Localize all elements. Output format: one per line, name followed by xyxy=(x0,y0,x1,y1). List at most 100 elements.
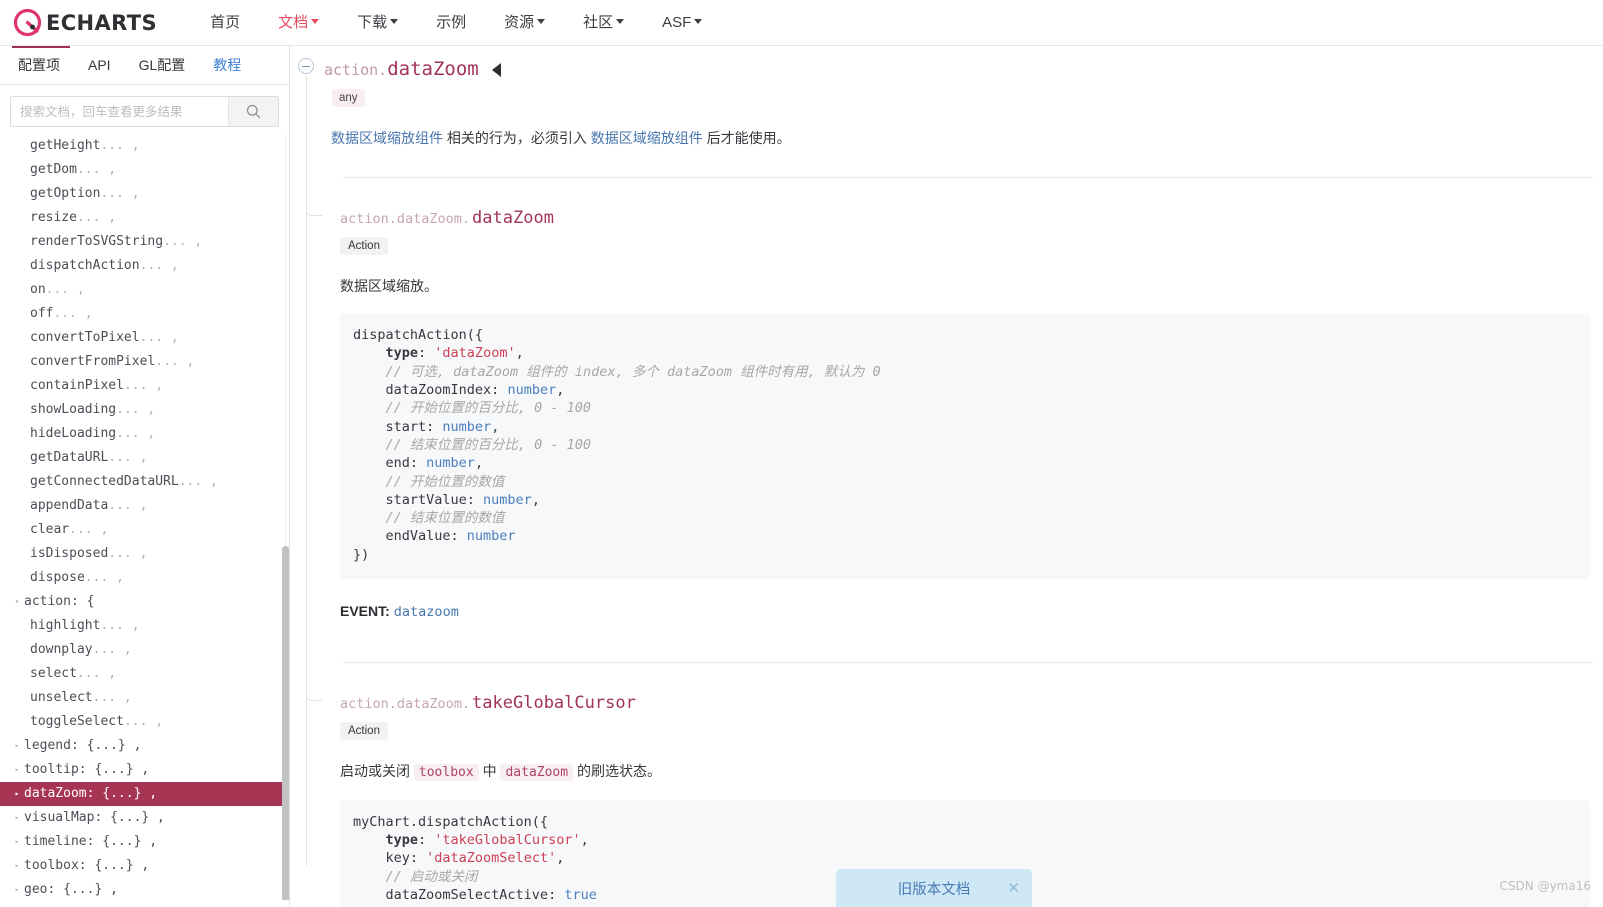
tree-node[interactable]: renderToSVGString ... , xyxy=(0,230,289,254)
collapse-minus-icon[interactable] xyxy=(298,58,314,74)
tree-node-label: off xyxy=(30,306,54,321)
tree-node-suffix: ... , xyxy=(76,666,117,681)
tree-node[interactable]: ▸ toolbox: {...} , xyxy=(0,854,289,878)
tree-node[interactable]: convertFromPixel ... , xyxy=(0,350,289,374)
tree-node[interactable]: resize ... , xyxy=(0,206,289,230)
nav-item-6[interactable]: ASF xyxy=(643,0,721,46)
tree-node-label: getConnectedDataURL xyxy=(30,474,179,489)
chevron-down-icon xyxy=(694,19,703,25)
search-box[interactable] xyxy=(10,96,279,127)
doc-tab-label: 配置项 xyxy=(18,57,60,73)
section-title-1-main: dataZoom xyxy=(472,207,554,228)
tree-scrollbar-thumb[interactable] xyxy=(282,546,289,900)
nav-item-1[interactable]: 文档 xyxy=(259,0,338,46)
tree-node-suffix: ... , xyxy=(92,690,132,705)
chevron-right-icon[interactable]: ▸ xyxy=(10,782,24,806)
chevron-right-icon[interactable]: ▸ xyxy=(10,734,24,758)
chevron-right-icon[interactable]: ▸ xyxy=(10,878,24,900)
section-title-1[interactable]: action.dataZoom. dataZoom xyxy=(307,190,1603,228)
tree-node[interactable]: hideLoading ... , xyxy=(0,422,289,446)
nav-item-5[interactable]: 社区 xyxy=(564,0,643,46)
code-token: myChart.dispatchAction({ xyxy=(353,813,549,830)
tree-node[interactable]: getOption ... , xyxy=(0,182,289,206)
tree-node-label: dataZoom: {...} , xyxy=(24,786,158,801)
tree-node[interactable]: ▸ timeline: {...} , xyxy=(0,830,289,854)
tree-node-suffix: ... , xyxy=(100,138,140,153)
tree-node[interactable]: isDisposed ... , xyxy=(0,542,289,566)
intro-link-2[interactable]: 数据区域缩放组件 xyxy=(591,130,703,146)
chevron-down-icon[interactable]: ▾ xyxy=(10,590,24,614)
chevron-right-icon[interactable]: ▸ xyxy=(10,758,24,782)
nav-item-2[interactable]: 下载 xyxy=(338,0,417,46)
tree-node-suffix: ... , xyxy=(108,546,148,561)
doc-tab-3[interactable]: 教程 xyxy=(199,46,255,84)
nav-item-0[interactable]: 首页 xyxy=(191,0,259,46)
tree-node-label: dispatchAction xyxy=(30,258,140,273)
code-token: }) xyxy=(353,546,370,563)
desc-text: 中 xyxy=(478,763,501,780)
tree-node[interactable]: getDom ... , xyxy=(0,158,289,182)
intro-link-1[interactable]: 数据区域缩放组件 xyxy=(331,130,443,146)
doc-tab-2[interactable]: GL配置 xyxy=(125,46,200,84)
tree-node[interactable]: unselect ... , xyxy=(0,686,289,710)
tree-node[interactable]: ▸ visualMap: {...} , xyxy=(0,806,289,830)
tree-node[interactable]: convertToPixel ... , xyxy=(0,326,289,350)
tree-node[interactable]: getDataURL ... , xyxy=(0,446,289,470)
tree-node-suffix: ... , xyxy=(116,426,156,441)
tree-node[interactable]: toggleSelect ... , xyxy=(0,710,289,734)
section-datazoom: action.dataZoom. dataZoom Action 数据区域缩放。 … xyxy=(291,189,1603,620)
tree-node[interactable]: dispose ... , xyxy=(0,566,289,590)
code-token: number xyxy=(426,455,475,472)
tree-node[interactable]: containPixel ... , xyxy=(0,374,289,398)
code-token: 'takeGlobalCursor' xyxy=(434,832,581,849)
back-triangle-icon[interactable] xyxy=(491,63,501,77)
doc-tab-label: API xyxy=(88,57,111,73)
tree-node[interactable]: ▸ tooltip: {...} , xyxy=(0,758,289,782)
search-input[interactable] xyxy=(11,97,228,126)
nav-item-3[interactable]: 示例 xyxy=(417,0,485,46)
tree-node-label: toolbox: {...} , xyxy=(24,858,150,873)
site-logo[interactable]: ECHARTS xyxy=(14,9,157,36)
tree-node[interactable]: ▸ legend: {...} , xyxy=(0,734,289,758)
intro-mid: 相关的行为，必须引入 xyxy=(443,130,591,146)
tree-node-suffix: ... , xyxy=(76,210,117,225)
tree-node[interactable]: appendData ... , xyxy=(0,494,289,518)
code-token: , xyxy=(556,850,565,867)
tree-node[interactable]: on ... , xyxy=(0,278,289,302)
toast-text: 旧版本文档 xyxy=(897,881,971,898)
nav-item-4[interactable]: 资源 xyxy=(485,0,564,46)
desc-text: 启动或关闭 xyxy=(340,763,414,780)
tree-node-label: resize xyxy=(30,210,77,225)
tree-node[interactable]: dispatchAction ... , xyxy=(0,254,289,278)
section-title-1-prefix: action.dataZoom. xyxy=(340,210,471,227)
tree-node-label: select xyxy=(30,666,77,681)
tree-node[interactable]: select ... , xyxy=(0,662,289,686)
tree-node[interactable]: showLoading ... , xyxy=(0,398,289,422)
tree-node[interactable]: ▾ action: { xyxy=(0,590,289,614)
code-token: , xyxy=(556,382,565,399)
tree-node[interactable]: off ... , xyxy=(0,302,289,326)
chevron-right-icon[interactable]: ▸ xyxy=(10,806,24,830)
tree-node[interactable]: getConnectedDataURL ... , xyxy=(0,470,289,494)
chevron-right-icon[interactable]: ▸ xyxy=(10,830,24,854)
chevron-right-icon[interactable]: ▸ xyxy=(10,854,24,878)
section-title-2[interactable]: action.dataZoom. takeGlobalCursor xyxy=(307,675,1603,713)
tree-node-suffix: ... , xyxy=(76,162,117,177)
page-title-prefix: action. xyxy=(324,61,388,79)
tree-node[interactable]: getHeight ... , xyxy=(0,134,289,158)
tree-node-label: containPixel xyxy=(30,378,124,393)
doc-tab-1[interactable]: API xyxy=(74,46,125,84)
tree-node[interactable]: highlight ... , xyxy=(0,614,289,638)
tree-node[interactable]: clear ... , xyxy=(0,518,289,542)
tree-node[interactable]: ▸ geo: {...} , xyxy=(0,878,289,900)
chevron-down-icon xyxy=(616,19,625,25)
doc-tab-0[interactable]: 配置项 xyxy=(4,46,74,84)
close-x-icon[interactable]: ✕ xyxy=(1007,881,1020,896)
tree-node-selected[interactable]: ▸ dataZoom: {...} , xyxy=(0,782,289,806)
event-name-link[interactable]: datazoom xyxy=(394,604,459,620)
tree-node[interactable]: downplay ... , xyxy=(0,638,289,662)
legacy-doc-toast[interactable]: 旧版本文档 ✕ xyxy=(836,869,1032,907)
search-icon[interactable] xyxy=(228,97,278,126)
code-token: // 结束位置的百分比, 0 - 100 xyxy=(353,436,592,453)
doc-tabs: 配置项 API GL配置 教程 xyxy=(0,46,289,85)
